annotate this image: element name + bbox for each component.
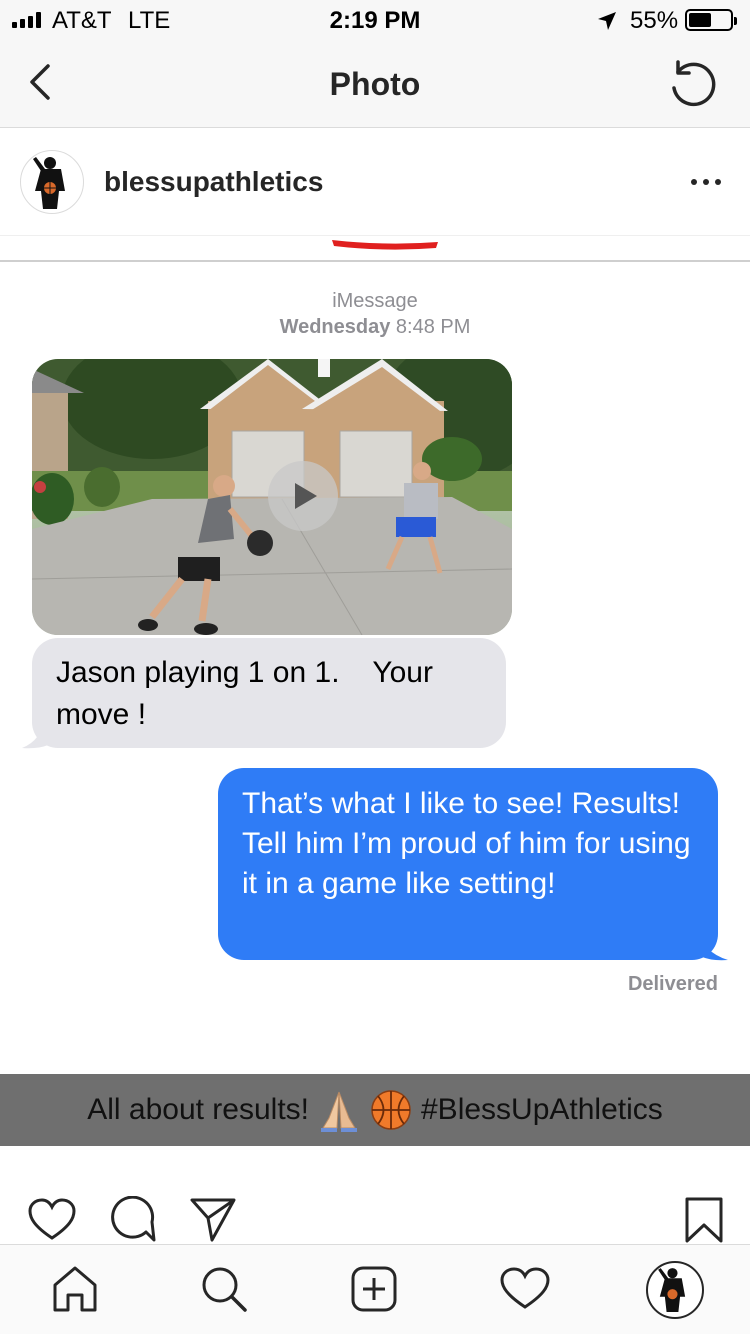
- play-button[interactable]: [268, 461, 338, 531]
- battery-fill: [689, 13, 711, 27]
- imessage-service-label: iMessage: [332, 290, 418, 312]
- caption-hashtag[interactable]: #BlessUpAthletics: [421, 1093, 663, 1127]
- imessage-day: Wednesday: [279, 316, 391, 338]
- play-icon: [295, 483, 317, 509]
- refresh-icon[interactable]: [664, 58, 720, 110]
- athlete-silhouette-icon: [33, 157, 65, 209]
- battery-icon: [685, 9, 737, 31]
- folded-hands-emoji-icon: [321, 1091, 357, 1132]
- share-icon[interactable]: [190, 1196, 236, 1242]
- imessage-time: 8:48 PM: [395, 316, 471, 338]
- bookmark-icon[interactable]: [684, 1196, 724, 1244]
- avatar[interactable]: [20, 150, 84, 214]
- post-image[interactable]: iMessage Wednesday 8:48 PM Jason playing…: [0, 236, 750, 1148]
- post-header: blessupathletics: [0, 128, 750, 236]
- basketball-emoji-icon: [371, 1090, 411, 1130]
- sent-message-bubble: That’s what I like to see! Results! Tell…: [218, 768, 718, 960]
- received-message-bubble: Jason playing 1 on 1. Your move !: [32, 638, 506, 748]
- image-divider: [0, 260, 750, 262]
- image-caption-band: All about results! #BlessUpAthletics: [0, 1074, 750, 1146]
- post-action-bar: [0, 1148, 750, 1244]
- page-title: Photo: [329, 66, 421, 102]
- activity-heart-icon[interactable]: [500, 1267, 550, 1311]
- search-icon[interactable]: [200, 1265, 248, 1313]
- comment-icon[interactable]: [110, 1196, 156, 1244]
- location-arrow-icon: [598, 12, 616, 30]
- battery-percent: 55%: [630, 7, 679, 34]
- post-username[interactable]: blessupathletics: [104, 166, 323, 198]
- red-swoosh-mark: [332, 240, 438, 250]
- caption-text-before: All about results!: [87, 1093, 309, 1126]
- heart-icon[interactable]: [28, 1198, 76, 1242]
- video-message-bubble[interactable]: [32, 359, 512, 635]
- nav-bar: Photo: [0, 40, 750, 128]
- new-post-plus-icon[interactable]: [350, 1265, 398, 1313]
- athlete-silhouette-icon: [658, 1268, 686, 1312]
- more-options-icon[interactable]: [688, 172, 724, 192]
- status-bar: AT&T LTE 2:19 PM 55%: [0, 0, 750, 40]
- profile-avatar-tab[interactable]: [646, 1261, 704, 1319]
- home-icon[interactable]: [52, 1265, 98, 1313]
- delivered-status: Delivered: [627, 973, 718, 995]
- imessage-timestamp: Wednesday 8:48 PM: [0, 316, 750, 339]
- tab-bar: [0, 1244, 750, 1334]
